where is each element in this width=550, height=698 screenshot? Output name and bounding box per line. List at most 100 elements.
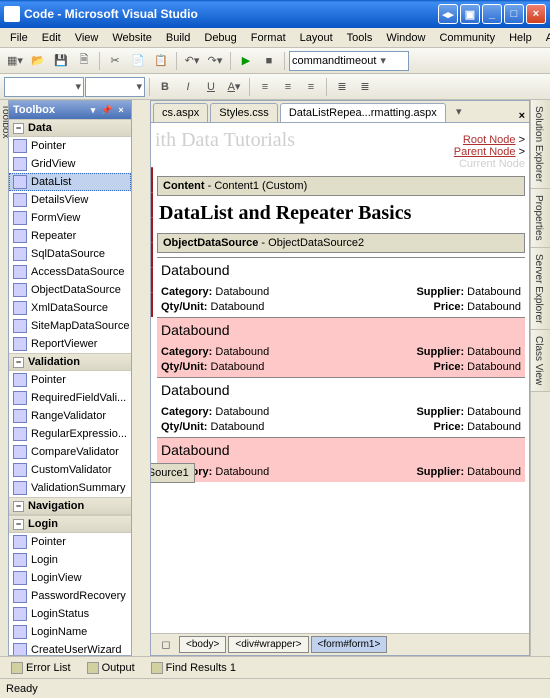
toolbox-item-comparevalidator[interactable]: CompareValidator (9, 443, 131, 461)
right-tab-solution-explorer[interactable]: Solution Explorer (531, 100, 550, 189)
toolbox-item-pointer[interactable]: Pointer (9, 137, 131, 155)
bottom-tab-output[interactable]: Output (80, 659, 142, 677)
toolbox-item-loginview[interactable]: LoginView (9, 569, 131, 587)
document-tab[interactable]: DataListRepea...rmatting.aspx (280, 103, 446, 122)
align-center-button[interactable]: ≡ (277, 76, 299, 98)
toolbox-item-loginname[interactable]: LoginName (9, 623, 131, 641)
datalist-row[interactable]: DataboundCategory: DataboundSupplier: Da… (157, 257, 525, 317)
objectdatasource-bar[interactable]: ObjectDataSource - ObjectDataSource2 (157, 233, 525, 253)
toolbox-group-data[interactable]: Data (9, 119, 131, 137)
toolbox-group-navigation[interactable]: Navigation (9, 497, 131, 515)
font-combo[interactable]: ▾ (4, 77, 84, 97)
redo-button[interactable]: ↷▾ (204, 50, 226, 72)
maximize-button[interactable]: □ (504, 4, 524, 24)
toolbox-pin-icon[interactable]: 📌 (101, 104, 113, 116)
menu-window[interactable]: Window (380, 30, 431, 46)
datalist-preview[interactable]: DataboundCategory: DataboundSupplier: Da… (157, 257, 525, 482)
toolbox-item-createuserwizard[interactable]: CreateUserWizard (9, 641, 131, 655)
copy-button[interactable]: 📄 (127, 50, 149, 72)
italic-button[interactable]: I (177, 76, 199, 98)
align-left-button[interactable]: ≡ (254, 76, 276, 98)
document-tab[interactable]: Styles.css (210, 103, 278, 122)
toolbox-item-formview[interactable]: FormView (9, 209, 131, 227)
menu-view[interactable]: View (69, 30, 105, 46)
menu-debug[interactable]: Debug (198, 30, 242, 46)
toolbox-item-regularexpressio-[interactable]: RegularExpressio... (9, 425, 131, 443)
right-tab-server-explorer[interactable]: Server Explorer (531, 248, 550, 330)
bold-button[interactable]: B (154, 76, 176, 98)
toolbox-item-pointer[interactable]: Pointer (9, 371, 131, 389)
toolbox-item-pointer[interactable]: Pointer (9, 533, 131, 551)
breadcrumb-parent[interactable]: Parent Node (454, 146, 516, 158)
new-item-button[interactable]: ▦▾ (4, 50, 26, 72)
menu-website[interactable]: Website (106, 30, 158, 46)
menu-addins[interactable]: Addins (540, 30, 550, 46)
toolbox-item-gridview[interactable]: GridView (9, 155, 131, 173)
right-tab-class-view[interactable]: Class View (531, 330, 550, 392)
toolbox-close-icon[interactable]: × (115, 104, 127, 116)
toolbox-item-validationsummary[interactable]: ValidationSummary (9, 479, 131, 497)
stop-button[interactable]: ■ (258, 50, 280, 72)
align-right-button[interactable]: ≡ (300, 76, 322, 98)
toolbox-item-xmldatasource[interactable]: XmlDataSource (9, 299, 131, 317)
tag-nav-item[interactable]: <form#form1> (311, 636, 388, 653)
right-tab-properties[interactable]: Properties (531, 189, 550, 248)
tag-nav-item[interactable]: <div#wrapper> (228, 636, 308, 653)
sitemapdatasource-bar[interactable]: eMapDataSource1 (151, 463, 195, 483)
numbering-button[interactable]: ≣ (354, 76, 376, 98)
breadcrumb-root[interactable]: Root Node (463, 134, 516, 146)
toolbox-item-requiredfieldvali-[interactable]: RequiredFieldVali... (9, 389, 131, 407)
design-canvas[interactable]: ith Data Tutorials Root Node > Parent No… (151, 123, 529, 633)
forecolor-button[interactable]: A▾ (223, 76, 245, 98)
toolbox-item-loginstatus[interactable]: LoginStatus (9, 605, 131, 623)
toolbox-item-datalist[interactable]: DataList (9, 173, 131, 191)
toolbox-item-sqldatasource[interactable]: SqlDataSource (9, 245, 131, 263)
menu-edit[interactable]: Edit (36, 30, 67, 46)
menu-build[interactable]: Build (160, 30, 196, 46)
bullets-button[interactable]: ≣ (331, 76, 353, 98)
tab-close-icon[interactable]: × (519, 110, 525, 122)
page-heading[interactable]: DataList and Repeater Basics (157, 198, 525, 229)
run-button[interactable]: ▶ (235, 50, 257, 72)
toolbox-group-validation[interactable]: Validation (9, 353, 131, 371)
toolbox-item-rangevalidator[interactable]: RangeValidator (9, 407, 131, 425)
close-button[interactable]: × (526, 4, 546, 24)
toolbox-titlebar[interactable]: Toolbox ▾ 📌 × (9, 101, 131, 119)
tag-nav-root-icon[interactable]: ◻ (155, 634, 177, 656)
open-button[interactable]: 📂 (27, 50, 49, 72)
toolbox-item-repeater[interactable]: Repeater (9, 227, 131, 245)
content-placeholder-bar[interactable]: Content - Content1 (Custom) (157, 176, 525, 196)
toolbox-item-objectdatasource[interactable]: ObjectDataSource (9, 281, 131, 299)
toolbox-item-login[interactable]: Login (9, 551, 131, 569)
minimize-button[interactable]: _ (482, 4, 502, 24)
tab-overflow-icon[interactable]: ▾ (448, 100, 470, 122)
save-all-button[interactable]: 🗎 (73, 50, 95, 72)
datalist-row[interactable]: DataboundCategory: DataboundSupplier: Da… (157, 377, 525, 437)
datalist-row[interactable]: DataboundCategory: DataboundSupplier: Da… (157, 437, 525, 482)
tag-nav-item[interactable]: <body> (179, 636, 226, 653)
menu-format[interactable]: Format (245, 30, 292, 46)
find-combo[interactable]: commandtimeout▾ (289, 51, 409, 71)
menu-community[interactable]: Community (433, 30, 501, 46)
unknown-button-2[interactable]: ▣ (460, 4, 480, 24)
toolbox-item-customvalidator[interactable]: CustomValidator (9, 461, 131, 479)
datalist-row[interactable]: DataboundCategory: DataboundSupplier: Da… (157, 317, 525, 377)
menu-help[interactable]: Help (503, 30, 538, 46)
undo-button[interactable]: ↶▾ (181, 50, 203, 72)
toolbox-item-sitemapdatasource[interactable]: SiteMapDataSource (9, 317, 131, 335)
toolbox-item-passwordrecovery[interactable]: PasswordRecovery (9, 587, 131, 605)
menu-tools[interactable]: Tools (341, 30, 379, 46)
paste-button[interactable]: 📋 (150, 50, 172, 72)
menu-file[interactable]: File (4, 30, 34, 46)
toolbox-dropdown-icon[interactable]: ▾ (87, 104, 99, 116)
toolbox-item-reportviewer[interactable]: ReportViewer (9, 335, 131, 353)
document-tab[interactable]: cs.aspx (153, 103, 208, 122)
save-button[interactable]: 💾 (50, 50, 72, 72)
underline-button[interactable]: U (200, 76, 222, 98)
bottom-tab-find-results-1[interactable]: Find Results 1 (144, 659, 243, 677)
cut-button[interactable]: ✂ (104, 50, 126, 72)
menu-layout[interactable]: Layout (294, 30, 339, 46)
unknown-button-1[interactable]: ◂▸ (438, 4, 458, 24)
toolbox-group-login[interactable]: Login (9, 515, 131, 533)
size-combo[interactable]: ▾ (85, 77, 145, 97)
